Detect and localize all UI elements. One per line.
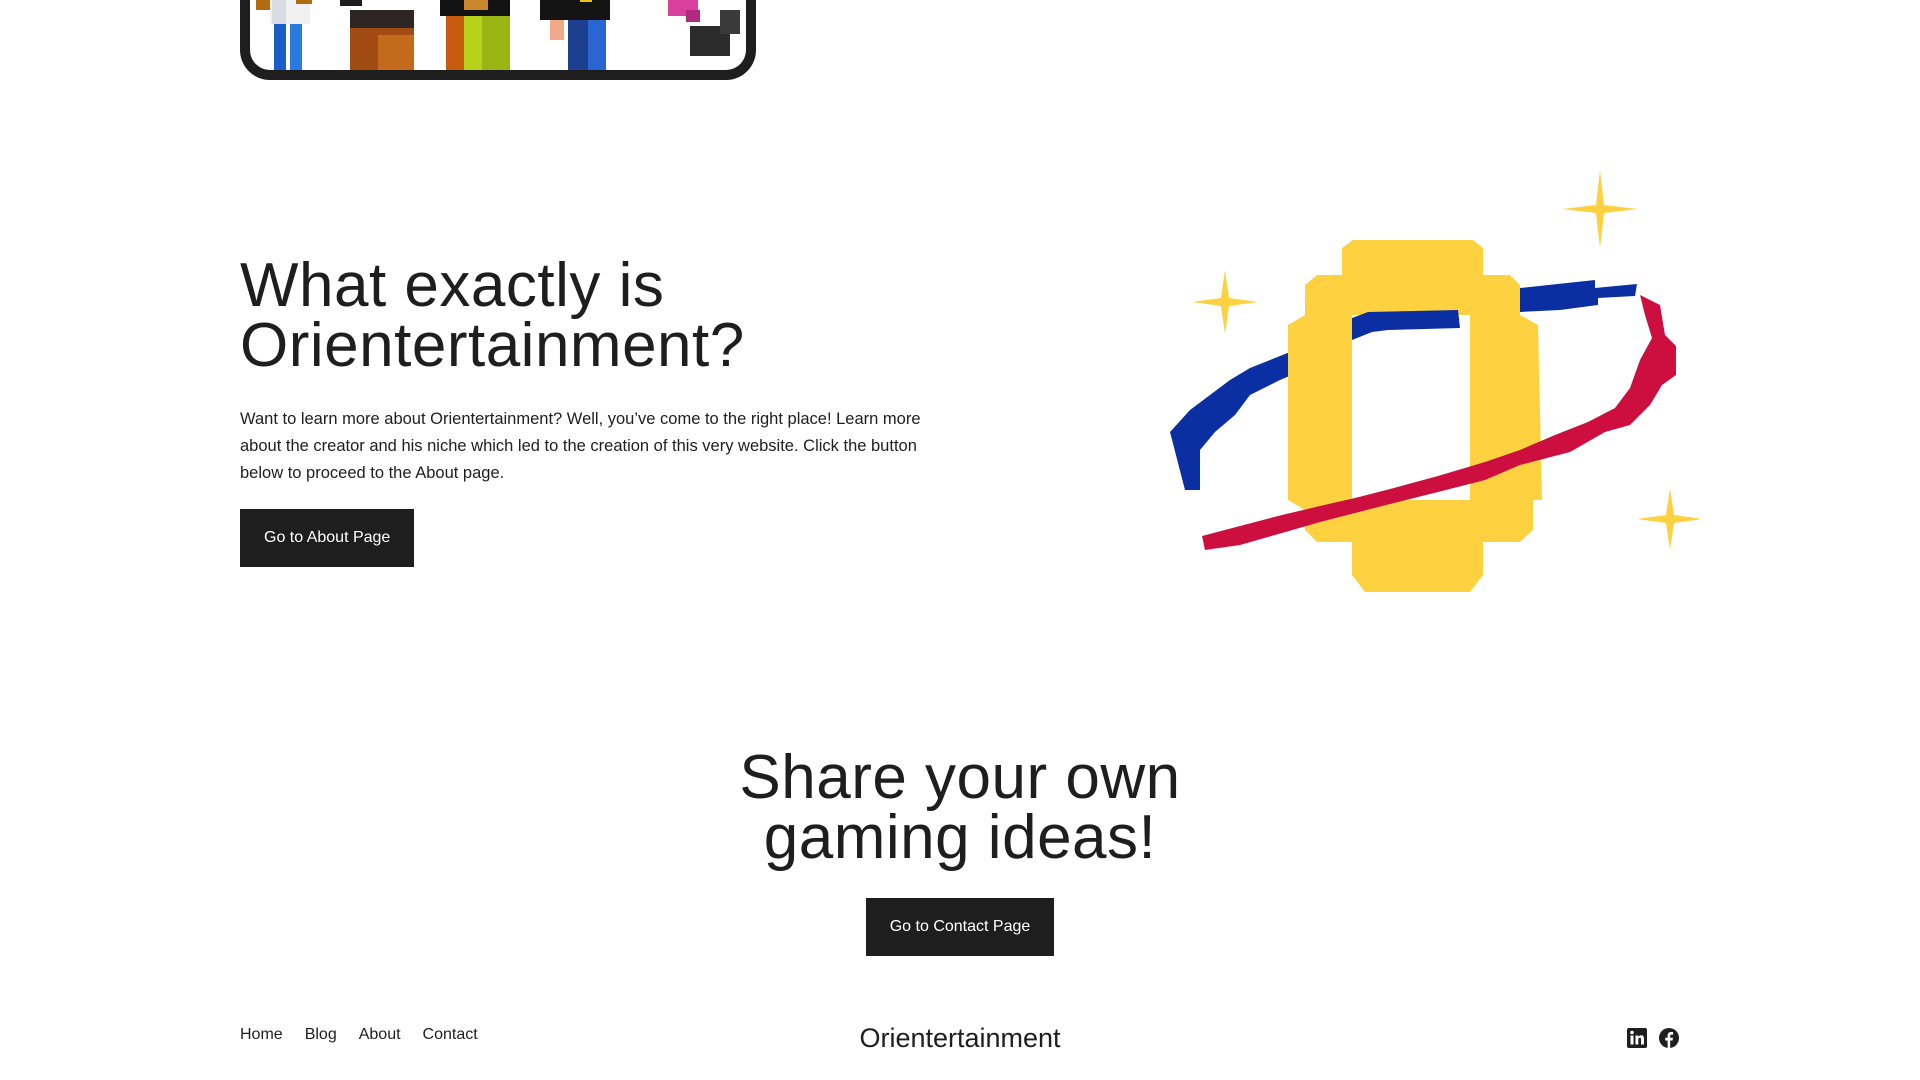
footer-nav: Home Blog About Contact [240, 1026, 478, 1044]
share-section: Share your own gaming ideas! Go to Conta… [0, 747, 1920, 956]
footer-link-about[interactable]: About [359, 1026, 401, 1044]
about-heading-line1: What exactly is [240, 251, 665, 320]
about-description: Want to learn more about Orientertainmen… [240, 410, 921, 482]
linkedin-icon[interactable] [1626, 1027, 1648, 1049]
share-heading-line2: gaming ideas! [763, 803, 1157, 872]
facebook-icon[interactable] [1658, 1027, 1680, 1049]
pixel-characters-image [256, 0, 740, 70]
go-to-about-button[interactable]: Go to About Page [240, 509, 415, 567]
about-heading-line2: Orientertainment? [240, 311, 745, 380]
footer-link-contact[interactable]: Contact [423, 1026, 478, 1044]
sparkle-icons [1192, 170, 1703, 550]
about-section: What exactly is Orientertainment? Want t… [240, 255, 940, 567]
share-heading-line1: Share your own [739, 743, 1181, 812]
planet-o-logo-icon [1170, 170, 1703, 592]
about-heading: What exactly is Orientertainment? [240, 255, 940, 377]
site-footer: Home Blog About Contact Orientertainment [240, 1018, 1680, 1058]
hero-image-card [240, 0, 756, 80]
footer-link-home[interactable]: Home [240, 1026, 283, 1044]
footer-social-links [1626, 1027, 1680, 1049]
share-heading: Share your own gaming ideas! [0, 747, 1920, 869]
footer-link-blog[interactable]: Blog [305, 1026, 337, 1044]
orientertainment-logo-art [1140, 170, 1703, 610]
go-to-contact-button[interactable]: Go to Contact Page [865, 898, 1055, 956]
